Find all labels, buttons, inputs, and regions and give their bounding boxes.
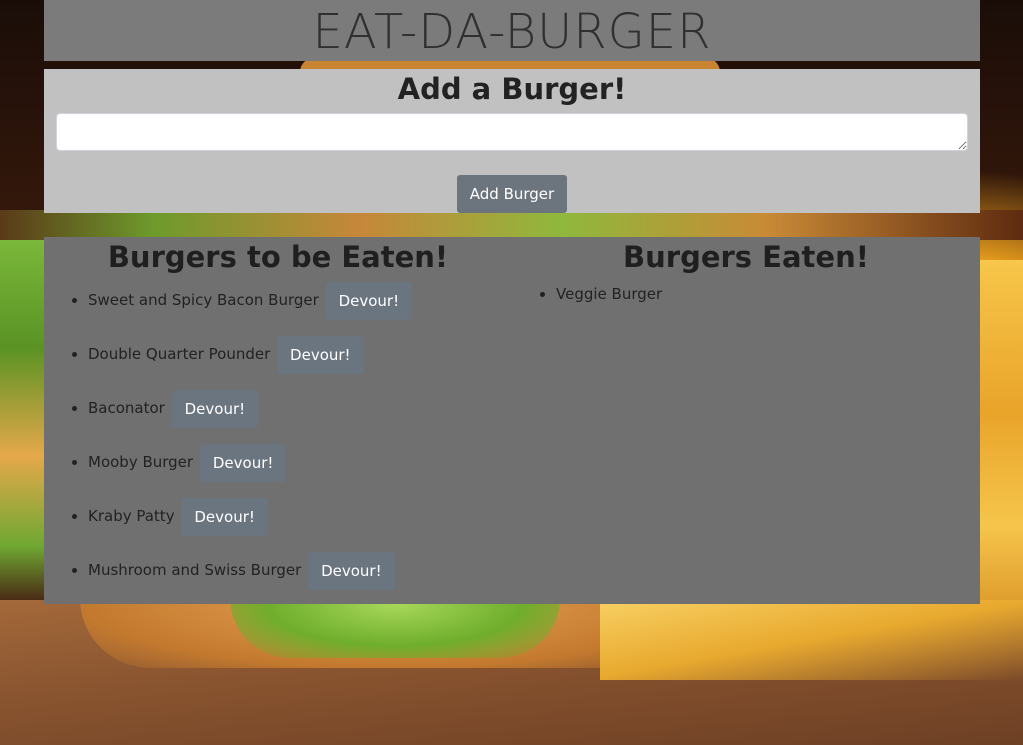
add-burger-form: Add a Burger! Add Burger [44, 69, 980, 213]
add-burger-button[interactable]: Add Burger [456, 175, 568, 213]
burger-name: Mooby Burger [88, 453, 194, 471]
devour-button[interactable]: Devour! [171, 389, 259, 428]
devour-button[interactable]: Devour! [199, 443, 287, 482]
list-item: Baconator Devour! [88, 389, 512, 443]
add-burger-heading: Add a Burger! [397, 72, 627, 106]
burger-name: Sweet and Spicy Bacon Burger [88, 291, 319, 309]
to-be-eaten-heading: Burgers to be Eaten! [107, 240, 449, 274]
burger-name: Baconator [88, 399, 165, 417]
burger-name: Double Quarter Pounder [88, 345, 271, 363]
list-item: Veggie Burger [556, 281, 980, 311]
devour-button[interactable]: Devour! [277, 335, 364, 374]
list-item: Double Quarter Pounder Devour! [88, 335, 512, 389]
background-lettuce [230, 598, 560, 658]
burger-lists-panel: Burgers to be Eaten! Sweet and Spicy Bac… [44, 237, 980, 604]
devour-button[interactable]: Devour! [181, 497, 268, 536]
burger-name: Mushroom and Swiss Burger [88, 561, 302, 579]
page-title: EAT-DA-BURGER [312, 4, 712, 60]
list-item: Kraby Patty Devour! [88, 497, 512, 551]
list-item: Mooby Burger Devour! [88, 443, 512, 497]
background-lettuce-left [0, 240, 44, 600]
eaten-column: Burgers Eaten! Veggie Burger [512, 237, 980, 604]
background-fries-right [978, 260, 1023, 640]
burger-name-input[interactable] [56, 113, 968, 151]
list-item: Mushroom and Swiss Burger Devour! [88, 551, 512, 605]
to-be-eaten-list: Sweet and Spicy Bacon Burger Devour! Dou… [44, 281, 512, 605]
background-fries [600, 600, 1023, 680]
background-lettuce-strip [0, 210, 1023, 240]
devour-button[interactable]: Devour! [325, 281, 413, 320]
to-be-eaten-column: Burgers to be Eaten! Sweet and Spicy Bac… [44, 237, 512, 604]
page-header: EAT-DA-BURGER [44, 0, 980, 61]
eaten-heading: Burgers Eaten! [623, 240, 869, 274]
list-item: Sweet and Spicy Bacon Burger Devour! [88, 281, 512, 335]
burger-name: Kraby Patty [88, 507, 175, 525]
devour-button[interactable]: Devour! [308, 551, 395, 590]
eaten-list: Veggie Burger [512, 281, 980, 311]
